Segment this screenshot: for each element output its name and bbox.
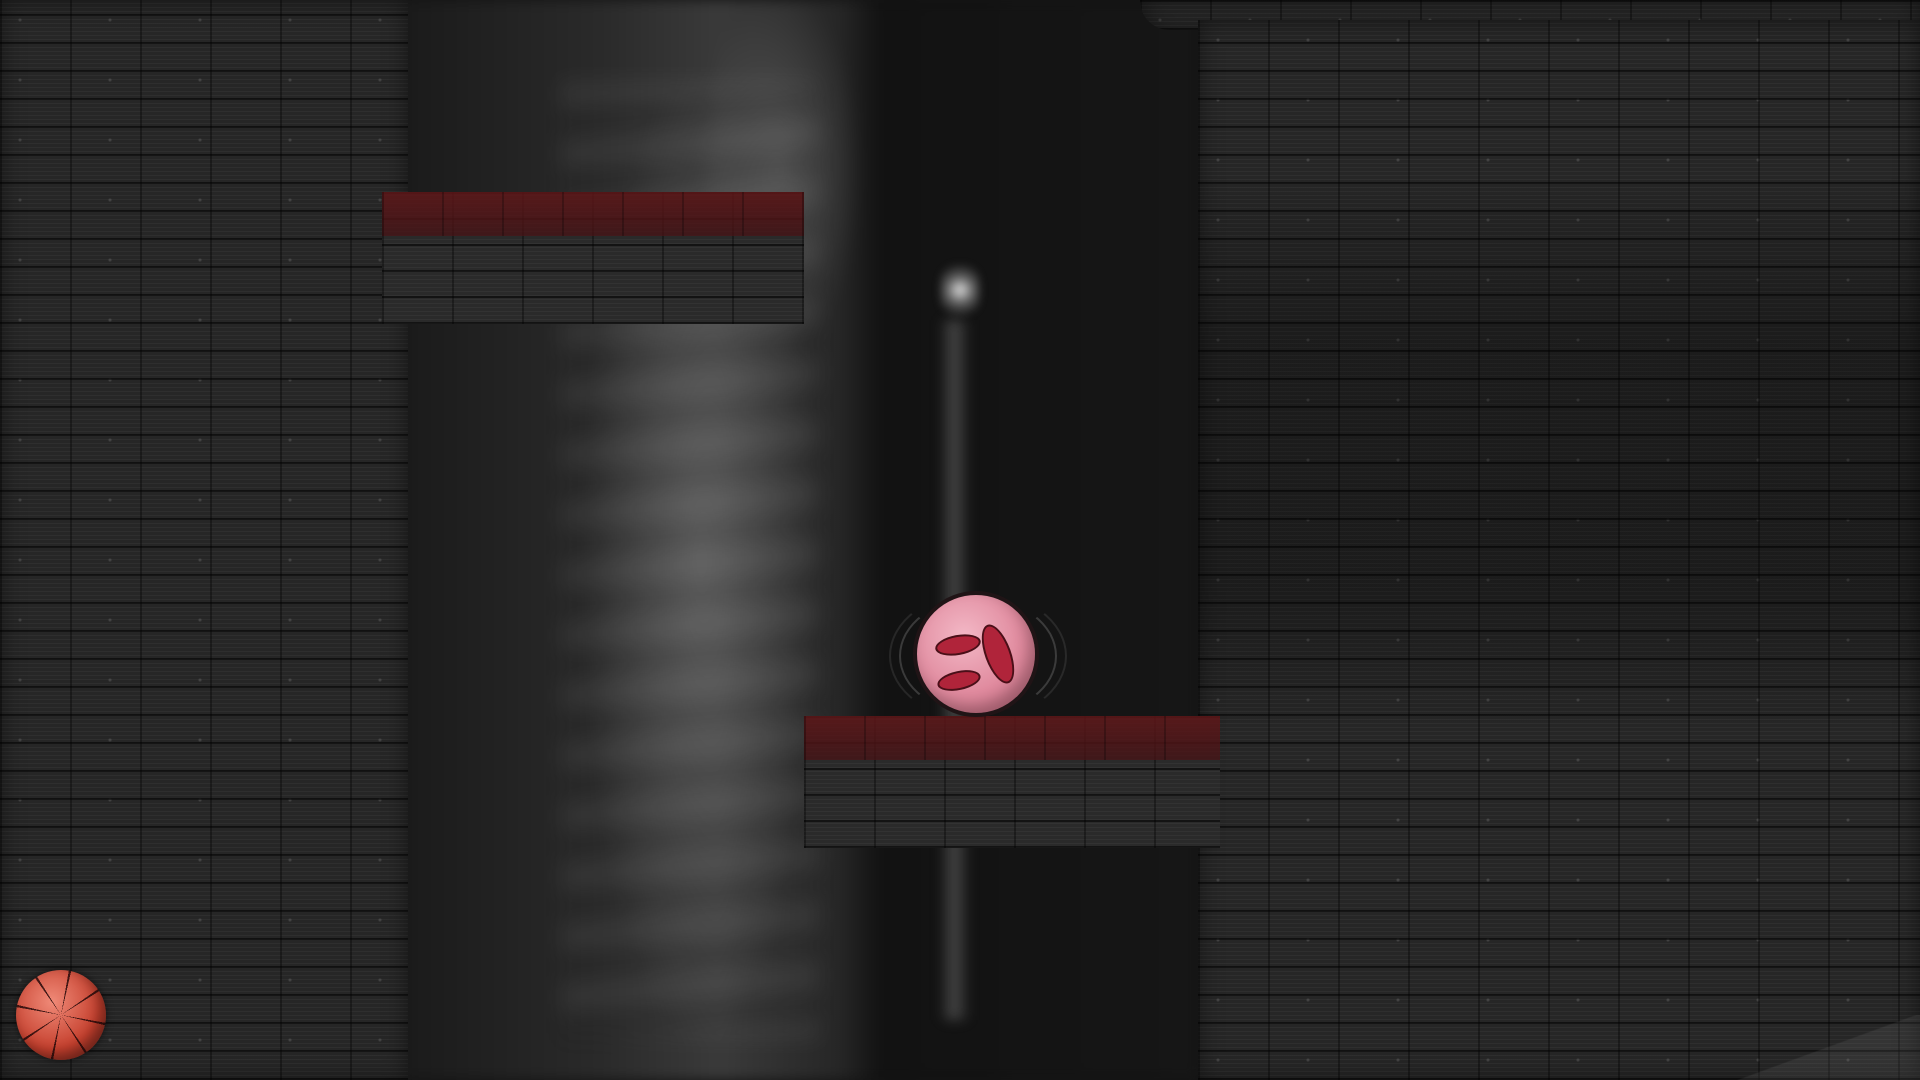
- player-spot: [935, 666, 983, 695]
- player-ball-body: [913, 591, 1039, 717]
- upper-platform-danger-strip: [382, 192, 804, 236]
- upper-brick-platform: [382, 192, 804, 324]
- lives-ball-icon: [16, 970, 106, 1060]
- corner-ramp-decoration: [1730, 1015, 1920, 1080]
- background-light-source: [940, 260, 980, 320]
- game-viewport[interactable]: [0, 0, 1920, 1080]
- lower-brick-platform: [804, 716, 1220, 848]
- player-spot: [933, 631, 983, 659]
- left-brick-wall: [0, 0, 408, 1080]
- right-wall-shadow: [1198, 170, 1920, 730]
- lower-platform-danger-strip: [804, 716, 1220, 760]
- player-ball[interactable]: [889, 591, 1067, 721]
- player-spot: [975, 620, 1021, 688]
